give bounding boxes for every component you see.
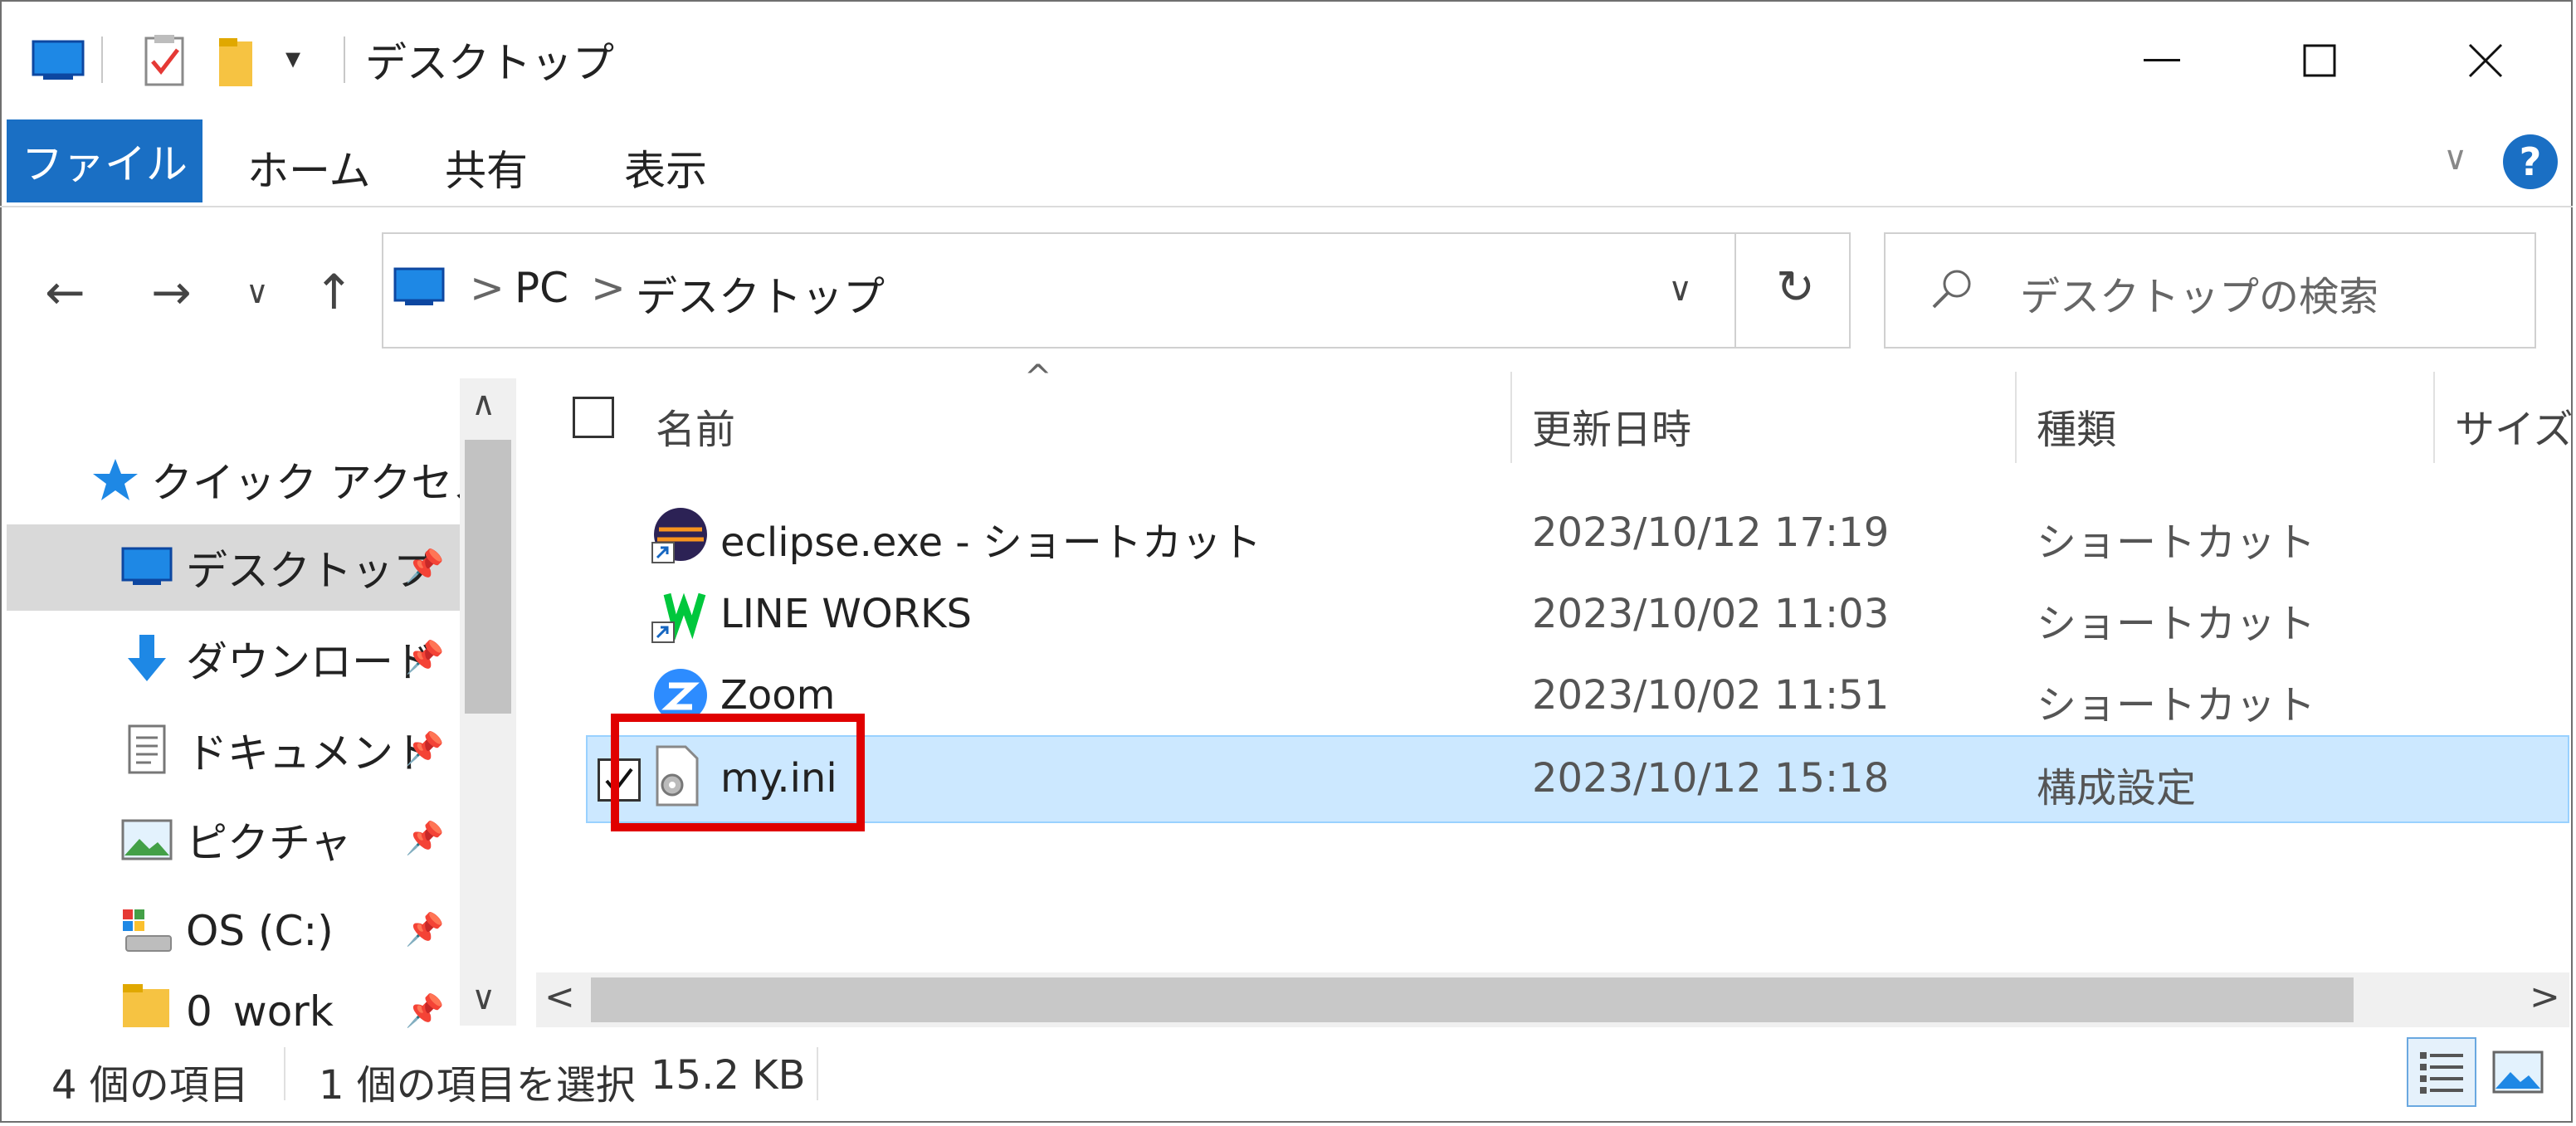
nav-scroll-down-icon[interactable]: ∨ (471, 979, 495, 1017)
file-row[interactable]: Zoom 2023/10/02 11:51 ショートカット (586, 657, 2569, 729)
column-header-size[interactable]: サイズ (2455, 397, 2574, 455)
file-type: ショートカット (2037, 519, 2316, 566)
minimize-button[interactable] (2108, 23, 2216, 98)
pin-icon[interactable]: 📌 (405, 820, 444, 857)
file-name[interactable]: Zoom (720, 672, 835, 719)
nav-quick-access[interactable]: クイック アクセス (91, 438, 494, 521)
nav-item-label: ダウンロード (186, 638, 435, 686)
status-separator (817, 1047, 818, 1100)
ribbon-divider (0, 206, 2573, 207)
h-scroll-right-icon[interactable]: > (2530, 976, 2560, 1018)
h-scroll-left-icon[interactable]: < (544, 976, 575, 1018)
column-divider[interactable] (2433, 372, 2435, 463)
ribbon-tab-home[interactable]: ホーム (247, 138, 371, 197)
file-modified: 2023/10/02 11:03 (1532, 591, 1890, 637)
nav-item-label: デスクトップ (186, 547, 435, 595)
file-row[interactable]: eclipse.exe - ショートカット 2023/10/12 17:19 シ… (586, 495, 2569, 574)
file-name[interactable]: LINE WORKS (720, 591, 972, 637)
eclipse-icon (651, 508, 707, 563)
pin-icon[interactable]: 📌 (405, 639, 444, 676)
pin-icon[interactable]: 📌 (405, 911, 444, 948)
breadcrumb-pc[interactable]: PC (515, 264, 568, 312)
lineworks-icon (651, 592, 706, 643)
status-item-count: 4 個の項目 (51, 1062, 249, 1109)
pin-icon[interactable]: 📌 (405, 730, 444, 768)
back-button[interactable]: ← (45, 264, 85, 320)
file-type: ショートカット (2037, 601, 2316, 647)
status-size: 15.2 KB (651, 1052, 806, 1099)
titlebar-separator (101, 37, 103, 83)
titlebar-separator (344, 37, 345, 83)
file-modified: 2023/10/12 15:18 (1532, 755, 1890, 802)
breadcrumb-separator[interactable]: > (591, 264, 626, 312)
column-divider[interactable] (2015, 372, 2017, 463)
new-folder-icon[interactable] (217, 37, 256, 91)
nav-item-label: 0_work (186, 987, 334, 1027)
forward-button[interactable]: → (151, 264, 192, 320)
select-all-checkbox[interactable] (573, 397, 614, 438)
address-dropdown-icon[interactable]: ∨ (1668, 271, 1692, 309)
nav-scroll-thumb[interactable] (465, 440, 511, 714)
customize-quick-access-icon[interactable]: ▾ (285, 41, 300, 76)
ribbon-tab-share[interactable]: 共有 (445, 138, 528, 197)
download-icon (128, 635, 166, 681)
file-name[interactable]: eclipse.exe - ショートカット (720, 509, 1261, 568)
file-modified: 2023/10/12 17:19 (1532, 509, 1890, 556)
desktop-icon (121, 547, 173, 585)
document-icon (128, 724, 166, 774)
picture-icon (121, 819, 173, 860)
column-header-name[interactable]: 名前 (656, 397, 735, 455)
address-pc-icon (393, 267, 445, 312)
window-icon[interactable] (32, 40, 85, 85)
up-button[interactable]: ↑ (314, 264, 354, 320)
drive-icon (123, 909, 172, 952)
column-header-modified[interactable]: 更新日時 (1532, 397, 1691, 455)
large-icons-view-button[interactable] (2483, 1037, 2553, 1107)
search-icon (1930, 267, 1975, 315)
nav-quick-access-label: クイック アクセス (151, 459, 495, 507)
nav-scroll-up-icon[interactable]: ∧ (471, 385, 495, 423)
folder-icon (123, 984, 169, 1027)
ribbon-expand-icon[interactable]: ∨ (2443, 139, 2467, 178)
help-icon[interactable]: ? (2503, 134, 2558, 189)
status-separator (284, 1047, 285, 1100)
nav-item-label: ピクチャ (186, 819, 352, 867)
file-row[interactable]: LINE WORKS 2023/10/02 11:03 ショートカット (586, 576, 2569, 656)
breadcrumb-desktop[interactable]: デスクトップ (636, 264, 885, 324)
details-view-icon (2420, 1052, 2463, 1094)
file-modified: 2023/10/02 11:51 (1532, 672, 1890, 719)
pin-icon[interactable]: 📌 (405, 548, 444, 585)
close-button[interactable] (2432, 23, 2539, 98)
window-title: デスクトップ (365, 39, 614, 87)
pin-icon[interactable]: 📌 (405, 992, 444, 1030)
search-input[interactable]: デスクトップの検索 (2020, 264, 2378, 322)
nav-item-label: ドキュメント (186, 729, 435, 777)
breadcrumb-separator[interactable]: > (470, 264, 505, 312)
properties-icon[interactable] (143, 33, 188, 91)
file-type: ショートカット (2037, 682, 2316, 729)
ribbon-tab-view[interactable]: 表示 (624, 138, 707, 197)
star-icon (93, 459, 138, 500)
address-divider (1734, 232, 1736, 349)
highlight-annotation-box (611, 714, 865, 831)
ribbon-tab-file[interactable]: ファイル (7, 119, 202, 202)
sort-indicator-icon: ^ (1024, 358, 1052, 397)
recent-locations-button[interactable]: ∨ (246, 274, 269, 310)
file-type: 構成設定 (2037, 765, 2197, 812)
status-selection: 1 個の項目を選択 (319, 1062, 636, 1109)
column-divider[interactable] (1510, 372, 1512, 463)
column-header-type[interactable]: 種類 (2037, 397, 2116, 455)
refresh-button[interactable]: ↻ (1776, 261, 1815, 314)
h-scroll-thumb[interactable] (591, 977, 2354, 1022)
large-icons-view-icon (2492, 1050, 2544, 1094)
maximize-button[interactable] (2266, 23, 2374, 98)
details-view-button[interactable] (2407, 1037, 2476, 1107)
nav-item-label: OS (C:) (186, 907, 334, 955)
